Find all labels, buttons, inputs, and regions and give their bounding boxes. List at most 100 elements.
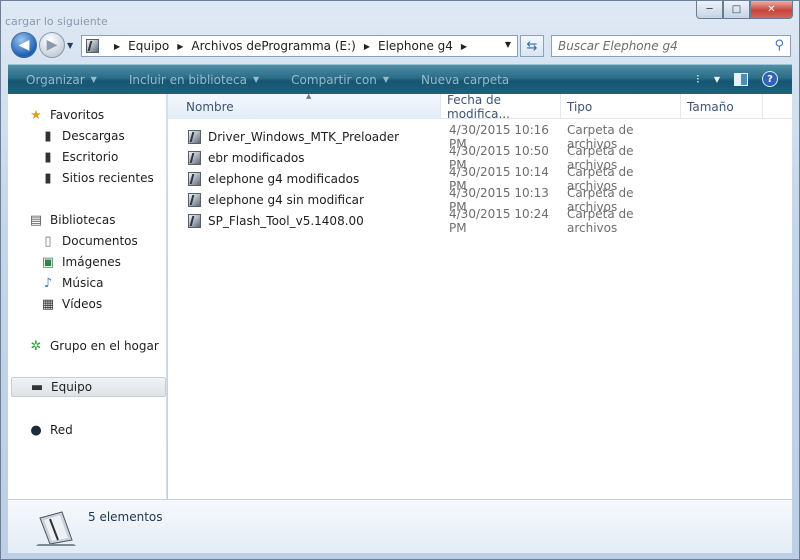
organize-menu[interactable]: Organizar ▼ (26, 73, 97, 87)
nav-videos[interactable]: ▦ Vídeos (8, 294, 166, 314)
chevron-right-icon[interactable]: ▶ (114, 42, 120, 51)
nav-music[interactable]: ♪ Música (8, 273, 166, 293)
chevron-right-icon[interactable]: ▶ (177, 42, 183, 51)
nav-documents[interactable]: ▯ Documentos (8, 231, 166, 251)
sort-ascending-icon: ▲ (306, 92, 312, 100)
nav-pictures[interactable]: ▣ Imágenes (8, 252, 166, 272)
chevron-down-icon: ▼ (382, 75, 389, 84)
nav-desktop[interactable]: ▮ Escritorio (8, 147, 166, 167)
nav-computer[interactable]: ▬ Equipo (11, 377, 166, 397)
folder-icon (188, 213, 201, 228)
refresh-button[interactable]: ⇆ (520, 35, 544, 57)
address-bar[interactable]: ▶ Equipo ▶ Archivos deProgramma (E:) ▶ E… (81, 35, 518, 57)
chevron-right-icon[interactable]: ▶ (364, 42, 370, 51)
breadcrumb-elephone[interactable]: Elephone g4 (378, 39, 453, 53)
view-dropdown-icon[interactable]: ▼ (714, 75, 720, 84)
history-dropdown-icon[interactable]: ▼ (67, 41, 73, 50)
preview-pane-icon[interactable] (734, 72, 748, 86)
arrow-left-icon: ◀ (18, 37, 30, 53)
computer-folder-icon (86, 39, 99, 53)
search-input[interactable] (558, 39, 758, 53)
column-name-label: Nombre (186, 99, 234, 114)
nav-libraries[interactable]: ▤ Bibliotecas (8, 210, 166, 230)
forward-button[interactable]: ▶ (39, 32, 65, 58)
column-type[interactable]: Tipo (561, 94, 681, 119)
file-type: Carpeta de archivos (567, 206, 634, 235)
folder-icon (188, 171, 201, 186)
network-icon: ● (30, 422, 42, 438)
breadcrumb-drive[interactable]: Archivos deProgramma (E:) (191, 39, 355, 53)
column-date[interactable]: Fecha de modifica... (441, 93, 561, 121)
folder-icon (188, 150, 201, 165)
nav-downloads-label: Descargas (62, 129, 125, 143)
breadcrumb-equipo[interactable]: Equipo (128, 39, 169, 53)
view-options-icon[interactable]: ⁝ (696, 72, 700, 86)
column-name[interactable]: ▲ Nombre (168, 92, 441, 119)
pictures-icon: ▣ (41, 254, 55, 270)
new-folder-button[interactable]: Nueva carpeta (421, 73, 509, 87)
nav-favorites-label: Favoritos (50, 108, 105, 122)
search-icon[interactable]: ⚲ (774, 38, 784, 53)
nav-computer-label: Equipo (51, 380, 93, 394)
desktop-icon: ▮ (44, 149, 52, 165)
nav-recent-label: Sitios recientes (62, 171, 154, 185)
background-text: cargar lo siguiente (5, 15, 108, 28)
chevron-down-icon: ▼ (90, 75, 97, 84)
nav-documents-label: Documentos (62, 234, 138, 248)
drive-folder-icon (36, 511, 76, 546)
nav-recent-places[interactable]: ▮ Sitios recientes (8, 168, 166, 188)
include-library-label: Incluir en biblioteca (128, 72, 248, 87)
address-dropdown-icon[interactable]: ▼ (505, 40, 511, 49)
maximize-button[interactable]: □ (723, 1, 750, 19)
close-button[interactable]: ✕ (750, 1, 793, 19)
recent-places-icon: ▮ (44, 170, 52, 186)
details-pane: 5 elementos (8, 499, 792, 553)
chevron-right-icon[interactable]: ▶ (461, 42, 467, 51)
file-name: elephone g4 modificados (208, 171, 360, 186)
documents-icon: ▯ (44, 233, 52, 249)
item-count: 5 elementos (88, 510, 163, 524)
nav-music-label: Música (62, 276, 104, 290)
nav-downloads[interactable]: ▮ Descargas (8, 126, 166, 146)
homegroup-icon: ✲ (30, 338, 42, 354)
file-list: ▲ Nombre Fecha de modifica... Tipo Tamañ… (168, 92, 792, 499)
table-row[interactable]: SP_Flash_Tool_v5.1408.00 4/30/2015 10:24… (168, 207, 792, 235)
star-icon: ★ (30, 107, 42, 123)
folder-icon (188, 129, 201, 144)
arrow-right-icon: ▶ (46, 37, 58, 53)
nav-videos-label: Vídeos (62, 297, 103, 311)
back-button[interactable]: ◀ (11, 32, 37, 58)
new-folder-label: Nueva carpeta (420, 72, 510, 87)
minimize-button[interactable]: ─ (696, 1, 723, 19)
command-bar-right: ⁝ ▼ ? (696, 71, 778, 87)
nav-pictures-label: Imágenes (62, 255, 121, 269)
nav-homegroup[interactable]: ✲ Grupo en el hogar (8, 336, 166, 356)
file-name: SP_Flash_Tool_v5.1408.00 (208, 213, 364, 228)
folder-icon (188, 192, 201, 207)
nav-favorites[interactable]: ★ Favoritos (8, 105, 166, 125)
file-name: ebr modificados (208, 150, 305, 165)
nav-network[interactable]: ● Red (8, 420, 166, 440)
column-size[interactable]: Tamaño (681, 94, 763, 119)
include-library-menu[interactable]: Incluir en biblioteca ▼ (129, 73, 259, 87)
nav-desktop-label: Escritorio (62, 150, 119, 164)
caption-buttons: ─ □ ✕ (696, 1, 793, 19)
navigation-pane: ★ Favoritos ▮ Descargas ▮ Escritorio ▮ S… (8, 94, 167, 499)
search-box[interactable]: ⚲ (551, 35, 791, 57)
refresh-icon: ⇆ (526, 38, 538, 54)
chevron-down-icon: ▼ (253, 75, 260, 84)
file-name: elephone g4 sin modificar (208, 192, 364, 207)
share-menu[interactable]: Compartir con ▼ (291, 73, 389, 87)
file-name: Driver_Windows_MTK_Preloader (208, 129, 400, 144)
music-icon: ♪ (43, 275, 53, 291)
file-date: 4/30/2015 10:24 PM (449, 206, 549, 235)
computer-icon: ▬ (30, 379, 44, 395)
downloads-icon: ▮ (44, 128, 52, 144)
organize-label: Organizar (26, 72, 85, 87)
nav-network-label: Red (50, 423, 73, 437)
share-label: Compartir con (291, 72, 377, 87)
help-button[interactable]: ? (762, 71, 778, 87)
command-bar: Organizar ▼ Incluir en biblioteca ▼ Compar… (8, 64, 792, 94)
explorer-window: cargar lo siguiente ─ □ ✕ ◀ ▶ ▼ ▶ Equipo… (0, 0, 800, 560)
nav-libraries-label: Bibliotecas (50, 213, 116, 227)
